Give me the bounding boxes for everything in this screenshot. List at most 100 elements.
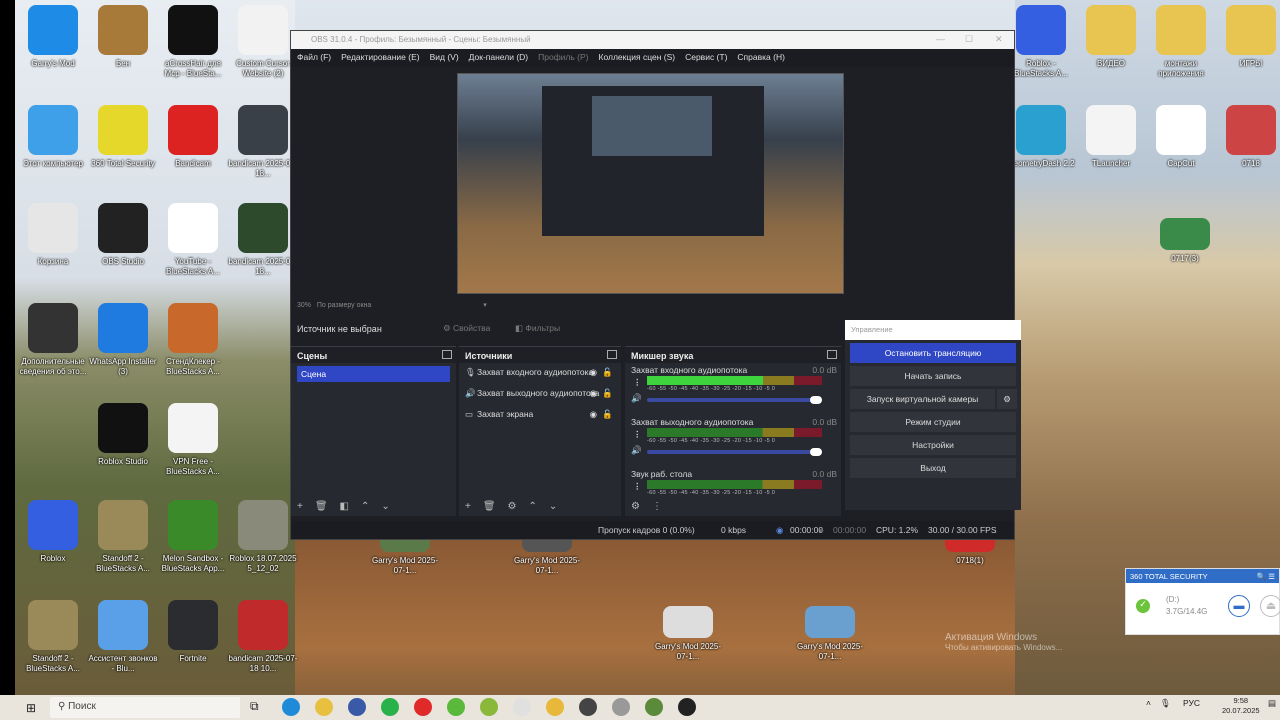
control-button[interactable]: Запуск виртуальной камеры ⚙ <box>850 389 1017 409</box>
control-button[interactable]: Остановить трансляцию <box>850 343 1016 363</box>
bluestacks-icon[interactable] <box>480 698 498 716</box>
desktop-icon[interactable]: YouTube - BlueStacks A... <box>158 203 228 277</box>
desktop-icon[interactable]: 0718 <box>1216 105 1280 169</box>
lock-icon[interactable]: 🔓 <box>602 409 613 420</box>
search-icon[interactable]: 🔍 ☰ <box>1257 572 1275 581</box>
gear-icon[interactable]: ⚙ <box>997 389 1017 409</box>
close-button[interactable]: ✕ <box>995 34 1003 45</box>
search-box[interactable]: ⚲ Поиск <box>50 697 240 718</box>
source-item[interactable]: 🔊Захват выходного аудиопотока ◉ 🔓 <box>459 384 621 405</box>
world-of-tanks-icon[interactable] <box>579 698 597 716</box>
compass-icon[interactable] <box>612 698 630 716</box>
desktop-icon[interactable]: TLauncher <box>1076 105 1146 169</box>
notifications-icon[interactable]: ▤ <box>1268 698 1276 709</box>
eye-icon[interactable]: ◉ <box>590 367 597 378</box>
microphone-icon[interactable]: 🎙 <box>1160 698 1171 709</box>
down-icon[interactable]: ⌄ <box>549 501 557 512</box>
utorrent-icon[interactable] <box>447 698 465 716</box>
desktop-icon[interactable]: bandicam 2025-07-18 10... <box>228 600 298 674</box>
menu-item[interactable]: Док-панели (D) <box>469 52 528 64</box>
desktop-icon[interactable]: WhatsApp Installer (3) <box>88 303 158 377</box>
desktop-icon[interactable]: Melon Sandbox - BlueStacks App... <box>158 500 228 574</box>
volume-slider[interactable] <box>647 448 822 456</box>
slider-handle[interactable] <box>810 448 822 456</box>
control-button[interactable]: Режим студии <box>850 412 1016 432</box>
desktop-icon[interactable]: Garry's Mod <box>18 5 88 69</box>
add-icon[interactable]: + <box>297 501 303 512</box>
lock-icon[interactable]: 🔓 <box>602 388 613 399</box>
filter-icon[interactable]: ◧ <box>340 501 349 512</box>
desktop-icon[interactable]: Fortnite <box>158 600 228 664</box>
clock[interactable]: 9:58 20.07.2025 <box>1222 696 1260 716</box>
desktop-icon[interactable]: СтендКлекер - BlueStacks A... <box>158 303 228 377</box>
minecraft-icon[interactable] <box>645 698 663 716</box>
down-icon[interactable]: ⌄ <box>381 501 389 512</box>
control-button[interactable]: Выход <box>850 458 1016 478</box>
desktop-icon[interactable]: Этот компьютер <box>18 105 88 169</box>
desktop-icon[interactable]: монтажи приложения <box>1146 5 1216 79</box>
menu-item[interactable]: Сервис (T) <box>685 52 727 64</box>
more-icon[interactable]: ⋮ <box>633 481 642 492</box>
desktop-icon[interactable]: ИГРЫ <box>1216 5 1280 69</box>
control-button[interactable]: Настройки <box>850 435 1016 455</box>
up-icon[interactable]: ⌃ <box>361 501 369 512</box>
control-button[interactable]: Начать запись <box>850 366 1016 386</box>
task-view-icon[interactable]: ⧉ <box>250 699 259 714</box>
add-icon[interactable]: + <box>465 501 471 512</box>
edge-icon[interactable] <box>282 698 300 716</box>
volume-slider[interactable] <box>647 396 822 404</box>
explorer-icon[interactable] <box>315 698 333 716</box>
filters-button[interactable]: ◧ Фильтры <box>515 323 560 334</box>
trash-icon[interactable]: 🗑 <box>315 501 328 512</box>
yandex-icon[interactable] <box>414 698 432 716</box>
desktop-icon[interactable]: Bandicam <box>158 105 228 169</box>
obs-icon[interactable] <box>678 698 696 716</box>
desktop-icon[interactable]: Ассистент звонков - Blu... <box>88 600 158 674</box>
more-icon[interactable]: ⋮ <box>652 501 662 512</box>
desktop-icon[interactable]: bandicam 2025-07-18... <box>228 105 298 179</box>
menu-item[interactable]: Редактирование (E) <box>341 52 419 64</box>
eye-icon[interactable]: ◉ <box>590 388 597 399</box>
desktop-icon[interactable]: aCrossHair для Mcp - BlueSta... <box>158 5 228 79</box>
undock-icon[interactable] <box>442 350 452 359</box>
gear-icon[interactable]: ⚙ <box>508 501 517 512</box>
desktop-icon[interactable]: 360 Total Security <box>88 105 158 169</box>
desktop-icon[interactable]: 0717(3) <box>1150 218 1220 264</box>
desktop-icon[interactable]: GeometryDash 2.2 <box>1006 105 1076 169</box>
undock-icon[interactable] <box>827 350 837 359</box>
desktop-icon[interactable]: VPN Free - BlueStacks A... <box>158 403 228 477</box>
trash-icon[interactable]: 🗑 <box>483 501 496 512</box>
lock-icon[interactable]: 🔓 <box>602 367 613 378</box>
desktop-icon[interactable]: Roblox 18.07.2025 5_12_02 <box>228 500 298 574</box>
desktop-icon[interactable]: Roblox Studio <box>88 403 158 467</box>
desktop-icon[interactable]: Roblox <box>18 500 88 564</box>
language-indicator[interactable]: РУС <box>1183 698 1200 708</box>
properties-button[interactable]: ⚙ Свойства <box>443 323 490 334</box>
more-icon[interactable]: ⋮ <box>633 377 642 388</box>
desktop-icon[interactable]: Custom Cursor Website (2) <box>228 5 298 79</box>
undock-icon[interactable] <box>607 350 617 359</box>
preview-canvas[interactable] <box>457 73 844 294</box>
brawl-icon[interactable] <box>546 698 564 716</box>
desktop-icon[interactable]: OBS Studio <box>88 203 158 267</box>
windows-start-icon[interactable]: ⊞ <box>26 701 36 715</box>
folder-icon[interactable]: ▬ <box>1228 595 1250 617</box>
desktop-icon[interactable]: Корзина <box>18 203 88 267</box>
maximize-button[interactable]: ☐ <box>965 34 973 45</box>
desktop-icon[interactable]: Standoff 2 - BlueStacks A... <box>88 500 158 574</box>
speaker-icon[interactable]: 🔊 <box>631 393 642 404</box>
zoom-control[interactable]: 30% По размеру окна ▾ <box>297 301 487 309</box>
up-icon[interactable]: ⌃ <box>529 501 537 512</box>
menu-item[interactable]: Профиль (P) <box>538 52 588 64</box>
desktop-icon[interactable]: CapCut <box>1146 105 1216 169</box>
desktop-icon[interactable]: Garry's Mod 2025-07-1... <box>653 606 723 662</box>
menu-item[interactable]: Коллекция сцен (S) <box>599 52 676 64</box>
desktop-icon[interactable]: Бен <box>88 5 158 69</box>
scene-item[interactable]: Сцена <box>297 366 450 382</box>
desktop-icon[interactable]: ВИДЕО <box>1076 5 1146 69</box>
eye-icon[interactable]: ◉ <box>590 409 597 420</box>
whatsapp-icon[interactable] <box>381 698 399 716</box>
minimize-button[interactable]: — <box>936 34 945 44</box>
eject-icon[interactable]: ⏏ <box>1260 595 1280 617</box>
desktop-icon[interactable]: Дополнительные сведения об это... <box>18 303 88 377</box>
